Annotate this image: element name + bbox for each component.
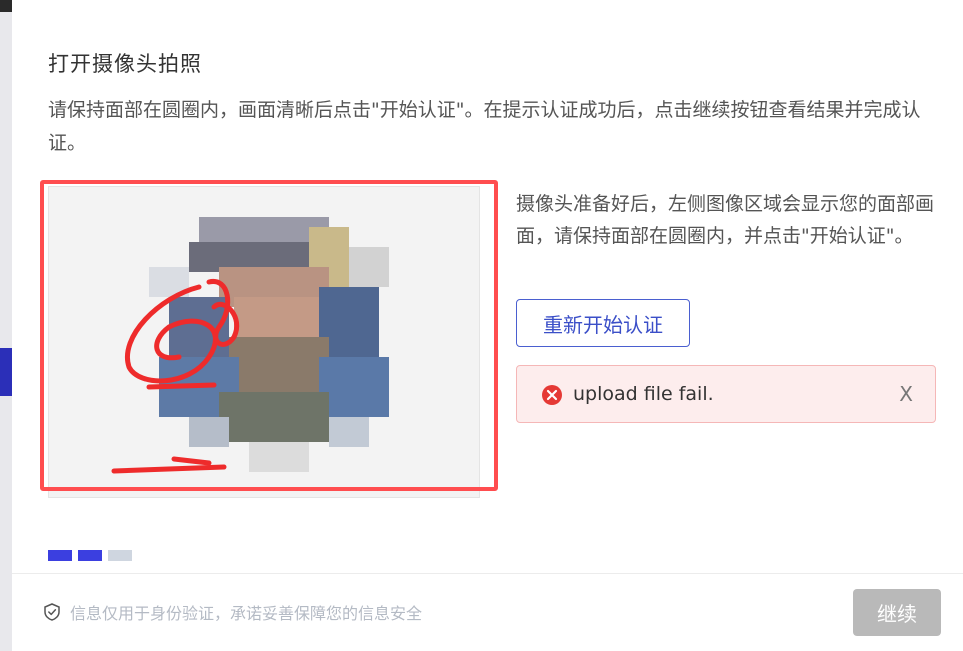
dialog-instructions: 请保持面部在圆圈内，画面清晰后点击"开始认证"。在提示认证成功后，点击继续按钮查… bbox=[48, 99, 921, 154]
shield-check-icon bbox=[44, 603, 60, 621]
security-notice: 信息仅用于身份验证，承诺妥善保障您的信息安全 bbox=[42, 600, 422, 624]
camera-image bbox=[49, 187, 479, 497]
error-circle-icon bbox=[542, 385, 562, 405]
step-3 bbox=[108, 550, 132, 561]
background-corner bbox=[0, 0, 12, 12]
continue-button[interactable]: 继续 bbox=[853, 589, 941, 636]
error-alert: upload file fail. X bbox=[516, 365, 936, 423]
background-button-fragment bbox=[0, 348, 12, 396]
footer-divider bbox=[12, 573, 963, 574]
restart-auth-button[interactable]: 重新开始认证 bbox=[516, 299, 690, 347]
step-indicator bbox=[48, 550, 132, 561]
background-page bbox=[0, 0, 12, 651]
camera-auth-dialog: 打开摄像头拍照 请保持面部在圆圈内，画面清晰后点击"开始认证"。在提示认证成功后… bbox=[12, 0, 963, 651]
step-1 bbox=[48, 550, 72, 561]
camera-preview bbox=[48, 186, 480, 498]
security-text: 信息仅用于身份验证，承诺妥善保障您的信息安全 bbox=[70, 604, 423, 623]
step-2 bbox=[78, 550, 102, 561]
close-alert-button[interactable]: X bbox=[899, 380, 913, 408]
error-message: upload file fail. bbox=[573, 383, 714, 405]
camera-guide-text: 摄像头准备好后，左侧图像区域会显示您的面部画面，请保持面部在圆圈内，并点击"开始… bbox=[516, 193, 935, 247]
dialog-title: 打开摄像头拍照 bbox=[48, 52, 202, 76]
